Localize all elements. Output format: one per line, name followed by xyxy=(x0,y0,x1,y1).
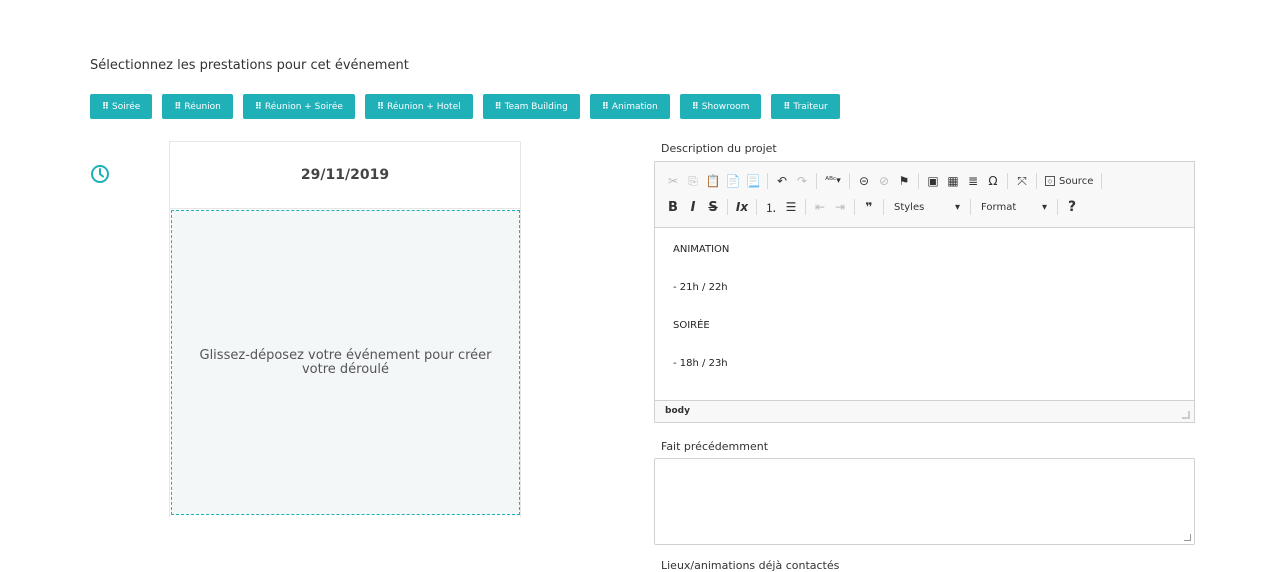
editor-content[interactable]: ANIMATION - 21h / 22h SOIRÉE - 18h / 23h xyxy=(655,228,1194,400)
outdent-icon[interactable]: ⇤ xyxy=(810,200,830,214)
day-card: 29/11/2019 Glissez-déposez votre événeme… xyxy=(169,141,521,517)
resize-handle-icon[interactable] xyxy=(1182,411,1190,419)
drag-grip-icon: ⠿ xyxy=(174,101,181,112)
italic-button[interactable]: I xyxy=(683,200,703,215)
event-dropzone[interactable]: Glissez-déposez votre événement pour cré… xyxy=(171,210,520,515)
link-icon[interactable]: ⊝ xyxy=(854,174,874,188)
intro-text: Sélectionnez les prestations pour cet év… xyxy=(90,58,409,73)
service-button-soiree[interactable]: ⠿ Soirée xyxy=(90,94,153,119)
service-button-reunion[interactable]: ⠿ Réunion xyxy=(162,94,233,119)
horizontal-rule-icon[interactable]: ≣ xyxy=(963,174,983,188)
source-button[interactable]: ◇ Source xyxy=(1041,176,1097,187)
editor-line: - 18h / 23h xyxy=(673,358,728,369)
element-path[interactable]: body xyxy=(665,406,690,416)
editor-toolbar: ✂ ⎘ 📋 📄 📃 ↶ ↷ ᴬᴮᶜ▾ ⊝ ⊘ ⚑ ▣ ▦ ≣ Ω ⤧ ◇ Sour… xyxy=(655,162,1194,228)
drag-grip-icon: ⠿ xyxy=(601,101,609,112)
format-dropdown[interactable]: Format ▾ xyxy=(975,202,1053,213)
unlink-icon[interactable]: ⊘ xyxy=(874,174,894,188)
copy-icon[interactable]: ⎘ xyxy=(683,174,703,189)
chevron-down-icon: ▾ xyxy=(1041,201,1047,213)
service-buttons: ⠿ Soirée ⠿ Réunion ⠿ Réunion + Soirée ⠿ Réun… xyxy=(90,94,850,119)
editor-line: SOIRÉE xyxy=(673,320,710,331)
drag-grip-icon: ⠿ xyxy=(691,101,699,112)
styles-dropdown[interactable]: Styles ▾ xyxy=(888,202,966,213)
editor-line: ANIMATION xyxy=(673,244,730,255)
description-label: Description du projet xyxy=(661,142,777,155)
strike-button[interactable]: S xyxy=(703,200,723,215)
paste-icon[interactable]: 📋 xyxy=(703,174,723,188)
previous-label: Fait précédemment xyxy=(661,440,769,453)
bold-button[interactable]: B xyxy=(663,200,683,215)
redo-icon[interactable]: ↷ xyxy=(792,174,812,188)
service-button-animation[interactable]: ⠿ Animation xyxy=(589,94,670,119)
service-button-team-building[interactable]: ⠿ Team Building xyxy=(482,94,580,119)
table-icon[interactable]: ▦ xyxy=(943,174,963,188)
service-button-showroom[interactable]: ⠿ Showroom xyxy=(679,94,762,119)
anchor-flag-icon[interactable]: ⚑ xyxy=(894,174,914,188)
service-button-reunion-soiree[interactable]: ⠿ Réunion + Soirée xyxy=(242,94,355,119)
drag-grip-icon: ⠿ xyxy=(783,101,790,112)
drag-grip-icon: ⠿ xyxy=(102,101,109,112)
paste-text-icon[interactable]: 📄 xyxy=(723,174,743,188)
special-char-icon[interactable]: Ω xyxy=(983,174,1003,188)
undo-icon[interactable]: ↶ xyxy=(772,174,792,188)
paste-word-icon[interactable]: 📃 xyxy=(743,174,763,188)
drag-grip-icon: ⠿ xyxy=(376,101,384,112)
drag-grip-icon: ⠿ xyxy=(254,101,262,112)
chevron-down-icon: ▾ xyxy=(954,201,960,213)
previous-textarea[interactable] xyxy=(654,458,1195,545)
contacted-label: Lieux/animations déjà contactés xyxy=(661,559,840,572)
spellcheck-icon[interactable]: ᴬᴮᶜ▾ xyxy=(821,176,845,186)
image-icon[interactable]: ▣ xyxy=(923,174,943,188)
source-icon: ◇ xyxy=(1045,176,1055,186)
blockquote-icon[interactable]: ❞ xyxy=(859,200,879,214)
drag-grip-icon: ⠿ xyxy=(494,101,502,112)
editor-path-bar: body xyxy=(655,400,1194,422)
numbered-list-icon[interactable]: ⒈ xyxy=(761,199,781,216)
editor-line: - 21h / 22h xyxy=(673,282,728,293)
cut-icon[interactable]: ✂ xyxy=(663,174,683,188)
help-button[interactable]: ? xyxy=(1062,199,1082,215)
maximize-icon[interactable]: ⤧ xyxy=(1012,174,1032,189)
day-date: 29/11/2019 xyxy=(170,142,520,209)
dropzone-hint: Glissez-déposez votre événement pour cré… xyxy=(199,347,492,377)
remove-format-icon[interactable]: Ix xyxy=(732,200,752,214)
resize-handle-icon[interactable] xyxy=(1184,534,1191,541)
service-button-traiteur[interactable]: ⠿ Traiteur xyxy=(771,94,840,119)
service-button-reunion-hotel[interactable]: ⠿ Réunion + Hotel xyxy=(364,94,473,119)
bulleted-list-icon[interactable]: ☰ xyxy=(781,200,801,214)
indent-icon[interactable]: ⇥ xyxy=(830,200,850,214)
clock-icon xyxy=(91,165,109,183)
rich-text-editor: ✂ ⎘ 📋 📄 📃 ↶ ↷ ᴬᴮᶜ▾ ⊝ ⊘ ⚑ ▣ ▦ ≣ Ω ⤧ ◇ Sour… xyxy=(654,161,1195,423)
